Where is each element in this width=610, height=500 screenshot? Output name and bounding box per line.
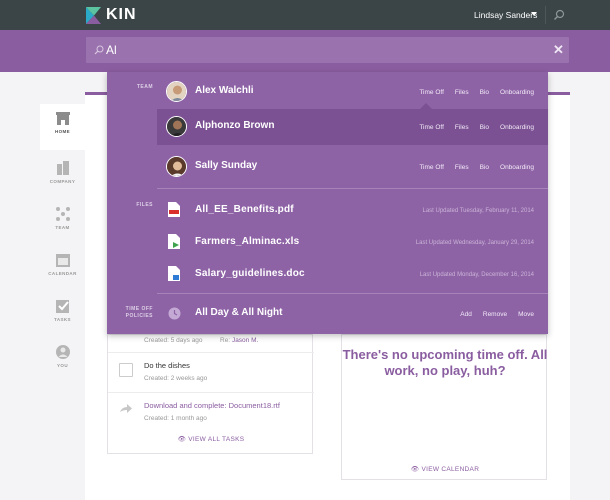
- file-name: Farmers_Alminac.xls: [195, 236, 300, 247]
- action-remove[interactable]: Remove: [483, 311, 507, 318]
- action-bio[interactable]: Bio: [480, 124, 489, 131]
- company-icon: [56, 161, 69, 175]
- calendar-icon: [55, 254, 70, 267]
- section-label-team: TEAM: [136, 84, 153, 90]
- action-onboarding[interactable]: Onboarding: [500, 124, 534, 131]
- sidebar-item-you[interactable]: YOU: [40, 338, 85, 384]
- result-person[interactable]: Sally Sunday Time Off Files Bio Onboarding: [157, 149, 548, 185]
- task-created: Created: 5 days ago: [144, 337, 203, 344]
- action-onboarding[interactable]: Onboarding: [500, 89, 534, 96]
- file-name: Salary_guidelines.doc: [195, 268, 305, 279]
- section-label-files: FILES: [136, 202, 153, 208]
- tasks-widget: Created: 5 days ago Re: Jason M. Do the …: [107, 334, 314, 454]
- person-actions: Time Off Files Bio Onboarding: [408, 124, 534, 131]
- you-icon: [55, 345, 70, 359]
- file-updated: Last Updated Wednesday, January 29, 2014: [415, 240, 534, 246]
- spreadsheet-file-icon: [168, 234, 180, 249]
- avatar: [166, 116, 187, 137]
- search-icon[interactable]: [553, 9, 565, 21]
- calendar-widget: There's no upcoming time off. All work, …: [341, 334, 547, 480]
- pdf-file-icon: [168, 202, 180, 217]
- person-actions: Time Off Files Bio Onboarding: [408, 164, 534, 171]
- search-icon: [94, 45, 104, 55]
- action-files[interactable]: Files: [455, 89, 469, 96]
- action-onboarding[interactable]: Onboarding: [500, 164, 534, 171]
- action-time-off[interactable]: Time Off: [419, 89, 444, 96]
- file-updated: Last Updated Tuesday, February 11, 2014: [422, 208, 534, 214]
- person-actions: Time Off Files Bio Onboarding: [408, 89, 534, 96]
- arrow-right-icon: [120, 404, 132, 413]
- action-time-off[interactable]: Time Off: [419, 164, 444, 171]
- section-label-timeoff: TIME OFF POLICIES: [125, 306, 153, 319]
- brand-name: KIN: [106, 6, 137, 23]
- kin-logo-icon: [86, 6, 101, 24]
- divider: [157, 293, 548, 294]
- sidebar-item-tasks[interactable]: TASKS: [40, 292, 85, 338]
- action-files[interactable]: Files: [455, 164, 469, 171]
- person-name: Alex Walchli: [195, 85, 254, 96]
- task-row[interactable]: Download and complete: Document18.rtf Cr…: [108, 392, 314, 432]
- person-name: Sally Sunday: [195, 160, 258, 171]
- person-name: Alphonzo Brown: [195, 120, 275, 131]
- sidebar-item-company[interactable]: COMPANY: [40, 154, 85, 200]
- policy-name: All Day & All Night: [195, 307, 283, 318]
- task-row[interactable]: Do the dishes Created: 2 weeks ago: [108, 352, 314, 392]
- result-policy[interactable]: All Day & All Night Add Remove Move: [157, 296, 548, 332]
- view-all-tasks-link[interactable]: 👁 VIEW ALL TASKS: [108, 435, 314, 443]
- result-file[interactable]: All_EE_Benefits.pdf Last Updated Tuesday…: [157, 193, 548, 229]
- task-created: Created: 2 weeks ago: [144, 375, 208, 382]
- task-reference: Re: Jason M.: [220, 337, 259, 344]
- sidebar-item-calendar[interactable]: CALENDAR: [40, 246, 85, 292]
- divider: [545, 6, 546, 24]
- home-icon: [55, 112, 70, 125]
- no-timeoff-message: There's no upcoming time off. All work, …: [342, 347, 548, 378]
- result-person[interactable]: Alex Walchli Time Off Files Bio Onboarding: [157, 74, 548, 110]
- result-file[interactable]: Farmers_Alminac.xls Last Updated Wednesd…: [157, 225, 548, 261]
- action-bio[interactable]: Bio: [480, 89, 489, 96]
- document-file-icon: [168, 266, 180, 281]
- chevron-down-icon[interactable]: [531, 12, 537, 16]
- avatar: [166, 156, 187, 177]
- close-icon[interactable]: ✕: [553, 42, 564, 58]
- task-created: Created: 1 month ago: [144, 415, 207, 422]
- file-name: All_EE_Benefits.pdf: [195, 204, 294, 215]
- file-updated: Last Updated Monday, December 16, 2014: [419, 272, 534, 278]
- global-search[interactable]: ✕: [86, 37, 569, 63]
- sidebar-item-home[interactable]: HOME: [40, 104, 85, 150]
- view-calendar-link[interactable]: 👁 VIEW CALENDAR: [342, 465, 548, 473]
- search-input[interactable]: [106, 41, 506, 59]
- action-move[interactable]: Move: [518, 311, 534, 318]
- result-person[interactable]: Alphonzo Brown Time Off Files Bio Onboardin…: [157, 109, 548, 145]
- action-files[interactable]: Files: [455, 124, 469, 131]
- task-checkbox[interactable]: [119, 363, 133, 377]
- tasks-icon: [55, 300, 69, 313]
- policy-actions: Add Remove Move: [449, 311, 534, 318]
- task-download-link[interactable]: Download and complete: Document18.rtf: [144, 401, 280, 410]
- action-time-off[interactable]: Time Off: [419, 124, 444, 131]
- result-file[interactable]: Salary_guidelines.doc Last Updated Monda…: [157, 257, 548, 293]
- action-bio[interactable]: Bio: [480, 164, 489, 171]
- team-icon: [55, 207, 70, 221]
- clock-icon: [168, 307, 181, 320]
- kin-logo[interactable]: KIN: [86, 6, 137, 24]
- sidebar-item-team[interactable]: TEAM: [40, 200, 85, 246]
- task-title[interactable]: Do the dishes: [144, 361, 190, 370]
- user-menu[interactable]: Lindsay Sanders: [474, 10, 537, 20]
- divider: [157, 188, 548, 189]
- search-results-dropdown: TEAM FILES TIME OFF POLICIES Alex Walchl…: [107, 72, 548, 334]
- avatar: [166, 81, 187, 102]
- top-navigation-bar: KIN Lindsay Sanders: [0, 0, 610, 30]
- task-assignee-link[interactable]: Jason M.: [232, 337, 258, 344]
- action-add[interactable]: Add: [460, 311, 472, 318]
